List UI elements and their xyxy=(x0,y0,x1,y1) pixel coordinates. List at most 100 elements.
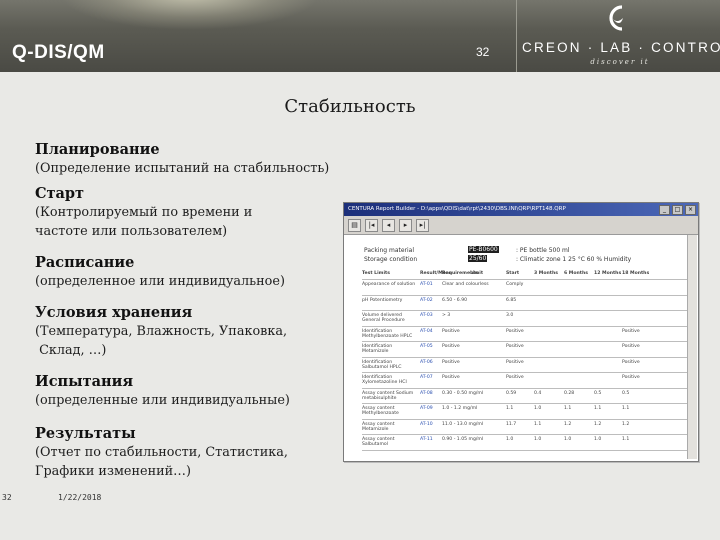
report-test-name: Identification Metamizole xyxy=(362,344,393,355)
report-titlebar: CENTURA Report Builder - D:\apps\QDIS\da… xyxy=(344,203,698,216)
storage-description: : Climatic zone 1 25 °C 60 % Humidity xyxy=(516,256,632,263)
report-cell: 1.0 xyxy=(564,437,572,442)
report-test-name: Assay content Sodium metabisulphite xyxy=(362,390,414,401)
report-cell: 1.2 xyxy=(594,421,602,427)
packing-description: : PE bottle 500 ml xyxy=(516,247,570,254)
report-cell: 0.5 xyxy=(622,390,630,396)
report-sheet: Packing material PE-B0600 : PE bottle 50… xyxy=(358,241,694,457)
report-row-divider xyxy=(362,310,688,311)
first-page-icon[interactable]: |◂ xyxy=(365,218,378,232)
section-description: частоте или пользователем) xyxy=(35,224,228,239)
report-row-divider xyxy=(362,372,688,373)
report-cell: 0.30 - 0.50 mg/ml xyxy=(442,390,484,396)
report-cell: 0.59 xyxy=(506,390,517,396)
section-description: (Температура, Влажность, Упаковка, xyxy=(35,324,288,339)
report-cell: 1.0 - 1.2 mg/ml xyxy=(442,406,478,411)
report-method-link[interactable]: AT-01 xyxy=(420,282,433,287)
report-toolbar: ▤ |◂ ◂ ▸ ▸| xyxy=(344,216,698,235)
report-cell: 11.0 - 13.0 mg/ml xyxy=(442,421,484,427)
report-test-name: Assay content Metamizole xyxy=(362,421,395,432)
header-divider xyxy=(516,0,517,72)
section-description: (Отчет по стабильности, Статистика, xyxy=(35,445,288,460)
maximize-button[interactable]: □ xyxy=(672,205,683,215)
close-button[interactable]: × xyxy=(685,205,696,215)
section-heading: Старт xyxy=(35,185,85,202)
print-icon[interactable]: ▤ xyxy=(348,218,361,232)
minimize-button[interactable]: _ xyxy=(659,205,670,215)
report-method-link[interactable]: AT-02 xyxy=(420,298,433,303)
report-method-link[interactable]: AT-08 xyxy=(420,391,433,396)
storage-value: 25/60 xyxy=(468,255,488,262)
report-test-name: Identification Methylbenzoate HPLC xyxy=(362,328,413,339)
report-row-divider xyxy=(362,279,688,280)
report-test-name: Volume delivered General Procedure xyxy=(362,313,405,324)
report-method-link[interactable]: AT-09 xyxy=(420,406,433,411)
footer-date: 1/22/2018 xyxy=(58,493,102,502)
report-cell: 1.2 xyxy=(622,421,630,427)
report-method-link[interactable]: AT-05 xyxy=(420,344,433,349)
section-start: Старт (Контролируемый по времени и часто… xyxy=(35,184,252,241)
section-heading: Условия хранения xyxy=(35,304,193,321)
report-test-name: Assay content Salbutamol xyxy=(362,437,395,448)
report-cell: 6.50 - 6.90 xyxy=(442,297,468,303)
header-banner: Q-DIS/QM 32 CREON · LAB · CONTROL discov… xyxy=(0,0,720,72)
section-description: (Определение испытаний на стабильность) xyxy=(35,161,330,176)
report-cell: > 3 xyxy=(442,313,451,318)
report-scrollbar[interactable] xyxy=(687,235,697,459)
report-test-name: pH Potentiometry xyxy=(362,297,403,303)
next-page-icon[interactable]: ▸ xyxy=(399,218,412,232)
report-cell: 1.0 xyxy=(594,437,602,442)
report-method-link[interactable]: AT-06 xyxy=(420,360,433,365)
report-cell: Positive xyxy=(506,375,524,380)
app-title: Q-DIS/QM xyxy=(12,42,105,63)
report-cell: Clear and colourless xyxy=(442,282,489,287)
report-cell: 1.1 xyxy=(594,406,602,411)
report-window: CENTURA Report Builder - D:\apps\QDIS\da… xyxy=(343,202,699,462)
report-test-name: Assay content Methylbenzoate xyxy=(362,406,399,417)
report-cell: 1.0 xyxy=(534,437,542,442)
report-cell: Positive xyxy=(622,359,640,365)
report-cell: 0.28 xyxy=(564,390,575,396)
report-method-link[interactable]: AT-04 xyxy=(420,329,433,334)
report-method-link[interactable]: AT-10 xyxy=(420,422,433,427)
section-description: (Контролируемый по времени и xyxy=(35,205,253,220)
report-cell: 11.7 xyxy=(506,421,517,427)
brand-name: CREON · LAB · CONTROL xyxy=(522,40,720,55)
report-row-divider xyxy=(362,294,688,296)
report-row-divider xyxy=(362,449,688,451)
slide-title: Стабильность xyxy=(284,96,416,117)
last-page-icon[interactable]: ▸| xyxy=(416,218,429,232)
report-cell: 1.0 xyxy=(506,437,514,442)
section-heading: Результаты xyxy=(35,425,136,442)
packing-value: PE-B0600 xyxy=(468,246,499,253)
report-row-divider xyxy=(362,418,688,420)
report-method-link[interactable]: AT-07 xyxy=(420,375,433,380)
section-heading: Расписание xyxy=(35,254,135,271)
report-method-link[interactable]: AT-03 xyxy=(420,313,433,318)
report-cell: 1.1 xyxy=(506,406,514,411)
section-description: (определенные или индивидуальные) xyxy=(35,393,290,408)
report-column-header: 12 Months xyxy=(594,271,622,276)
report-cell: Comply xyxy=(506,282,524,287)
report-row-divider xyxy=(362,325,688,327)
report-cell: Positive xyxy=(622,375,640,380)
section-results: Результаты (Отчет по стабильности, Стати… xyxy=(35,424,288,481)
report-window-title: CENTURA Report Builder - D:\apps\QDIS\da… xyxy=(348,206,566,212)
report-cell: Positive xyxy=(622,328,640,334)
report-column-header: Limit xyxy=(470,271,484,276)
report-cell: 1.2 xyxy=(564,421,572,427)
header-page-number: 32 xyxy=(476,45,490,59)
report-cell: Positive xyxy=(442,359,460,365)
report-cell: 1.1 xyxy=(622,437,630,442)
section-heading: Испытания xyxy=(35,373,134,390)
report-method-link[interactable]: AT-11 xyxy=(420,437,433,442)
report-test-name: Identification Xylometazoline HCl xyxy=(362,375,407,386)
report-cell: 3.0 xyxy=(506,313,514,318)
section-schedule: Расписание (определенное или индивидуаль… xyxy=(35,253,285,291)
report-cell: 1.0 xyxy=(534,406,542,411)
storage-label: Storage condition xyxy=(364,256,418,263)
report-row-divider xyxy=(362,356,688,358)
report-column-header: 18 Months xyxy=(622,271,650,276)
prev-page-icon[interactable]: ◂ xyxy=(382,218,395,232)
report-cell: 6.85 xyxy=(506,297,517,303)
